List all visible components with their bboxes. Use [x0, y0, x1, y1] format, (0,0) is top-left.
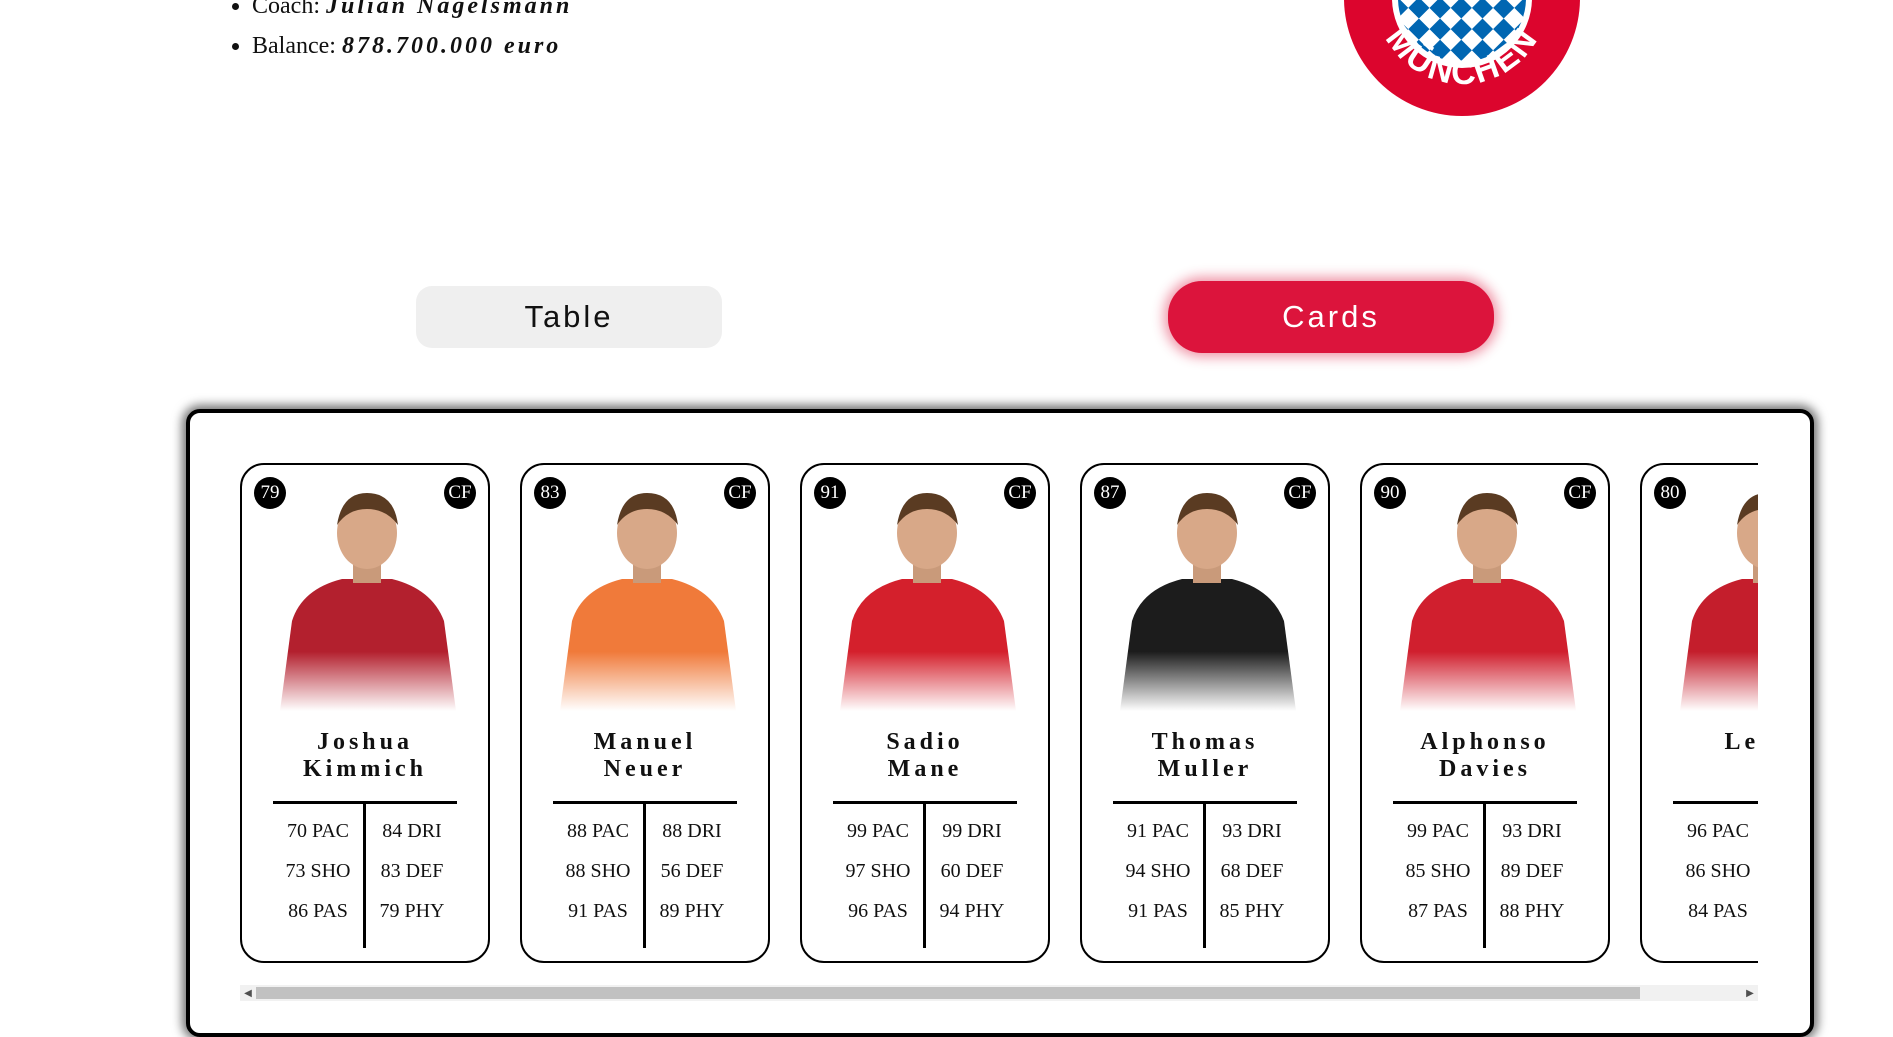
- player-photo: [1120, 493, 1296, 711]
- table-view-button[interactable]: Table: [416, 286, 722, 348]
- player-stats: 96 PAC 86 SHO 84 PAS: [1673, 801, 1758, 948]
- player-first-name: Manuel: [593, 729, 697, 755]
- stat-pac: 88 PAC: [566, 820, 630, 842]
- player-card[interactable]: 87 CF Thomas Muller 91 PAC 94 SHO 91 PAS 93 DRI…: [1080, 463, 1330, 963]
- stat-pac: 91 PAC: [1126, 820, 1190, 842]
- player-stats: 91 PAC 94 SHO 91 PAS 93 DRI 68 DEF 85 PHY: [1113, 801, 1297, 948]
- balance-value: 878.700.000 euro: [341, 33, 562, 59]
- coach-value: Julian Nagelsmann: [325, 0, 573, 19]
- stat-phy: 85 PHY: [1219, 900, 1285, 922]
- player-last-name: Kimmich: [303, 756, 427, 782]
- stat-sho: 94 SHO: [1125, 860, 1191, 882]
- stat-phy: 89 PHY: [659, 900, 725, 922]
- player-photo: [1680, 494, 1758, 711]
- stat-pas: 91 PAS: [568, 900, 628, 922]
- player-card[interactable]: 79 CF Joshua Kimmich 70 PAC 73 SHO 86 PAS 84 DR…: [240, 463, 490, 963]
- stat-dri: 93 DRI: [1502, 820, 1562, 842]
- player-photo: [1400, 493, 1576, 711]
- player-first-name: Sadio: [886, 729, 964, 755]
- player-name: Leroy: [1642, 729, 1758, 756]
- balance-item: Balance: 878.700.000 euro: [252, 26, 572, 66]
- balance-label: Balance:: [252, 33, 336, 59]
- cards-scroll-area[interactable]: 79 CF Joshua Kimmich 70 PAC 73 SHO 86 PAS 84 DR…: [240, 463, 1758, 983]
- horizontal-scrollbar[interactable]: ◀ ▶: [240, 985, 1758, 1001]
- player-name: Sadio Mane: [802, 729, 1048, 783]
- player-photo: [840, 493, 1016, 711]
- player-last-name: Neuer: [603, 756, 687, 782]
- cards-view-button[interactable]: Cards: [1168, 281, 1494, 353]
- stat-sho: 88 SHO: [565, 860, 631, 882]
- stat-sho: 85 SHO: [1405, 860, 1471, 882]
- player-first-name: Leroy: [1724, 729, 1758, 755]
- stat-dri: 99 DRI: [942, 820, 1002, 842]
- stat-phy: 88 PHY: [1499, 900, 1565, 922]
- stat-pac: 70 PAC: [286, 820, 350, 842]
- player-name: Joshua Kimmich: [242, 729, 488, 783]
- coach-label: Coach:: [252, 0, 320, 19]
- player-stats: 88 PAC 88 SHO 91 PAS 88 DRI 56 DEF 89 PHY: [553, 801, 737, 948]
- stat-def: 89 DEF: [1500, 860, 1564, 882]
- player-stats: 70 PAC 73 SHO 86 PAS 84 DRI 83 DEF 79 PHY: [273, 801, 457, 948]
- player-photo: [280, 493, 456, 711]
- player-photo: [560, 493, 736, 711]
- stat-dri: 93 DRI: [1222, 820, 1282, 842]
- stat-phy: 94 PHY: [939, 900, 1005, 922]
- player-name: Manuel Neuer: [522, 729, 768, 783]
- coach-item: Coach: Julian Nagelsmann: [252, 0, 572, 26]
- stat-pac: 99 PAC: [1406, 820, 1470, 842]
- player-first-name: Thomas: [1151, 729, 1259, 755]
- player-card[interactable]: 90 CF Alphonso Davies 99 PAC 85 SHO 87 PAS 93 D…: [1360, 463, 1610, 963]
- player-card[interactable]: 83 CF Manuel Neuer 88 PAC 88 SHO 91 PAS 88 DRI 5…: [520, 463, 770, 963]
- player-card[interactable]: 91 CF Sadio Mane 99 PAC 97 SHO 96 PAS 99 DRI 60 …: [800, 463, 1050, 963]
- scroll-thumb[interactable]: [256, 987, 1640, 999]
- stat-dri: 84 DRI: [382, 820, 442, 842]
- stat-sho: 86 SHO: [1685, 860, 1751, 882]
- stat-pas: 86 PAS: [288, 900, 348, 922]
- team-logo: MÜNCHEN: [1336, 0, 1588, 124]
- player-first-name: Alphonso: [1420, 729, 1550, 755]
- scroll-left-icon[interactable]: ◀: [240, 985, 256, 1001]
- stat-sho: 97 SHO: [845, 860, 911, 882]
- player-name: Thomas Muller: [1082, 729, 1328, 783]
- player-name: Alphonso Davies: [1362, 729, 1608, 783]
- stat-pas: 96 PAS: [848, 900, 908, 922]
- player-last-name: Davies: [1439, 756, 1531, 782]
- stat-sho: 73 SHO: [285, 860, 351, 882]
- player-first-name: Joshua: [316, 729, 414, 755]
- stat-pac: 96 PAC: [1686, 820, 1750, 842]
- team-info-list: Coach: Julian Nagelsmann Balance: 878.70…: [228, 0, 572, 66]
- player-card[interactable]: 80Leroy96 PAC86 SHO84 PAS: [1640, 463, 1758, 963]
- scroll-right-icon[interactable]: ▶: [1742, 985, 1758, 1001]
- player-last-name: Mane: [887, 756, 963, 782]
- stat-pas: 91 PAS: [1128, 900, 1188, 922]
- player-stats: 99 PAC 97 SHO 96 PAS 99 DRI 60 DEF 94 PHY: [833, 801, 1017, 948]
- stat-def: 60 DEF: [940, 860, 1004, 882]
- cards-panel: 79 CF Joshua Kimmich 70 PAC 73 SHO 86 PAS 84 DR…: [186, 409, 1814, 1037]
- player-last-name: Muller: [1157, 756, 1253, 782]
- stat-dri: 88 DRI: [662, 820, 722, 842]
- stat-def: 83 DEF: [380, 860, 444, 882]
- stat-phy: 79 PHY: [379, 900, 445, 922]
- stat-pas: 84 PAS: [1688, 900, 1748, 922]
- stat-pas: 87 PAS: [1408, 900, 1468, 922]
- player-stats: 99 PAC 85 SHO 87 PAS 93 DRI 89 DEF 88 PHY: [1393, 801, 1577, 948]
- stat-def: 56 DEF: [660, 860, 724, 882]
- stat-def: 68 DEF: [1220, 860, 1284, 882]
- stat-pac: 99 PAC: [846, 820, 910, 842]
